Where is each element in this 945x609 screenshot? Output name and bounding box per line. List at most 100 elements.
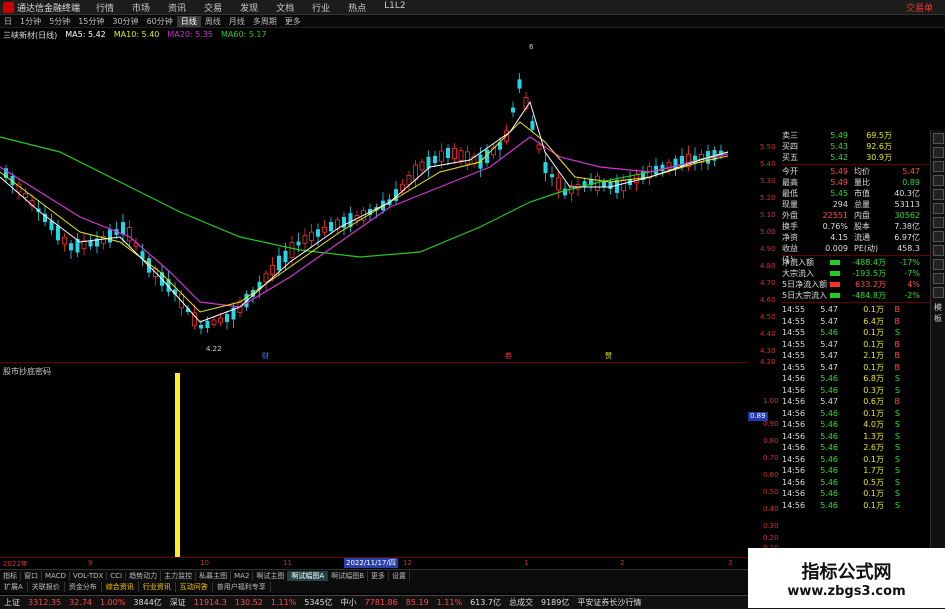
tab-settings[interactable]: 设置 — [389, 570, 411, 581]
tick-side: B — [894, 362, 901, 372]
sec-tab-related[interactable]: 关联报价 — [28, 582, 65, 592]
period-1min[interactable]: 1分钟 — [16, 16, 45, 27]
tick-time: 14:55 — [782, 305, 806, 314]
tick-side: S — [894, 454, 900, 464]
flow-value: -193.5万 — [852, 269, 886, 278]
period-15min[interactable]: 15分钟 — [74, 16, 108, 27]
period-60min[interactable]: 60分钟 — [143, 16, 177, 27]
tick-list[interactable]: 14:55 5.47 0.1万 B 14:55 5.47 6.4万 B 14:55 5.46 0.1… — [782, 304, 930, 511]
tick-time: 14:56 — [782, 408, 806, 418]
menu-item-docs[interactable]: 文档 — [267, 1, 303, 14]
menu-item-trade[interactable]: 交易 — [195, 1, 231, 14]
stats-icon[interactable] — [933, 175, 944, 186]
tab-main-monitor[interactable]: 主力监控 — [161, 570, 197, 581]
tick-side: S — [894, 385, 900, 395]
chart-icon[interactable] — [933, 147, 944, 158]
period-30min[interactable]: 30分钟 — [108, 16, 142, 27]
candle-body — [536, 144, 542, 150]
tick-side: S — [894, 500, 900, 510]
flow-pct: 4% — [907, 280, 920, 289]
sz-index-label[interactable]: 深证 — [166, 597, 190, 608]
period-weekly[interactable]: 周线 — [201, 16, 225, 27]
price-tick: 4.30 — [760, 347, 776, 355]
price-tick: 4.90 — [760, 245, 776, 253]
stats-block: 今开 5.49 均价 5.47 最高 5.49 量比 0.89 最低 5.45 市值 40.3亿 现量 2… — [782, 166, 930, 264]
tab-more[interactable]: 更多 — [368, 570, 390, 581]
menu-item-quotes[interactable]: 行情 — [87, 1, 123, 14]
stat-label: 流通 — [854, 233, 870, 242]
sec-tab-funds[interactable]: 资金分布 — [65, 582, 102, 592]
zx-index-pct: 1.11% — [436, 598, 463, 607]
ind-tick: 0.40 — [763, 505, 779, 513]
tab-test-sub-a[interactable]: 啊试幅图A — [288, 570, 329, 581]
flow-row: 净流入额 -488.4万 -17% — [782, 257, 930, 268]
stock-name: 三峡新材(日线) — [3, 31, 58, 40]
broker-label[interactable]: 平安证券长沙行情 — [573, 597, 645, 608]
trade-button[interactable]: 交易单 — [906, 1, 933, 14]
arrow-up-icon[interactable] — [933, 245, 944, 256]
settings-icon[interactable] — [933, 287, 944, 298]
candle-body — [602, 181, 606, 187]
period-daily[interactable]: 日线 — [176, 15, 201, 27]
event-marker-2[interactable]: 券 — [505, 351, 512, 360]
tick-price: 5.47 — [820, 305, 838, 314]
menu-item-industry[interactable]: 行业 — [303, 1, 339, 14]
trend-icon[interactable] — [933, 189, 944, 200]
side-menu-template[interactable]: 模板 — [931, 302, 945, 324]
zoom-icon[interactable] — [933, 273, 944, 284]
stat-label: 内盘 — [854, 211, 870, 220]
sh-index-label[interactable]: 上证 — [0, 597, 24, 608]
tab-test-sub-b[interactable]: 啊试幅图B — [328, 570, 369, 581]
tab-test-main[interactable]: 啊试主图 — [253, 570, 289, 581]
stat-row: 最低 5.45 市值 40.3亿 — [782, 188, 930, 199]
sec-tab-info[interactable]: 综合资讯 — [102, 582, 139, 592]
stat-value: 22551 — [822, 211, 848, 220]
tab-ma2[interactable]: MA2 — [231, 571, 254, 580]
tab-window[interactable]: 窗口 — [21, 570, 42, 581]
ma20-label: MA20: 5.35 — [167, 30, 213, 39]
period-more[interactable]: 更多 — [281, 16, 305, 27]
news-icon[interactable] — [933, 203, 944, 214]
period-multi[interactable]: 多周期 — [249, 16, 281, 27]
sec-tab-qa[interactable]: 互动问答 — [176, 582, 213, 592]
tab-indicator[interactable]: 指标 — [0, 570, 21, 581]
tab-trend[interactable]: 趋势动力 — [126, 570, 162, 581]
indicator-tabs: 指标 窗口 MACD VOL-TDX CCI 趋势动力 主力监控 私募主图 MA… — [0, 569, 748, 581]
compare-icon[interactable] — [933, 231, 944, 242]
tick-price: 5.46 — [820, 374, 838, 383]
price-tick: 4.50 — [760, 313, 776, 321]
tick-side: B — [894, 397, 901, 406]
sec-tab-ext-a[interactable]: 扩展A — [0, 582, 28, 592]
tick-price: 5.46 — [820, 420, 838, 429]
menu-item-hot[interactable]: 热点 — [339, 1, 375, 14]
menu-item-discover[interactable]: 发现 — [231, 1, 267, 14]
tab-macd[interactable]: MACD — [42, 571, 70, 580]
period-5min[interactable]: 5分钟 — [45, 16, 74, 27]
flow-bar — [830, 271, 840, 276]
arrow-down-icon[interactable] — [933, 259, 944, 270]
ind-tick: 1.00 — [763, 397, 779, 405]
menu-item-market[interactable]: 市场 — [123, 1, 159, 14]
grid-icon[interactable] — [933, 133, 944, 144]
tab-cci[interactable]: CCI — [107, 571, 127, 580]
event-marker-3[interactable]: 赞 — [605, 351, 612, 360]
zx-index-label[interactable]: 中小 — [337, 597, 361, 608]
event-marker-1[interactable]: 财 — [262, 351, 269, 360]
candle-body — [563, 188, 567, 196]
menu-item-l1l2[interactable]: L1L2 — [375, 1, 414, 14]
tab-private-main[interactable]: 私募主图 — [196, 570, 232, 581]
sec-tab-industry-news[interactable]: 行业资讯 — [139, 582, 176, 592]
menu-item-news[interactable]: 资讯 — [159, 1, 195, 14]
zx-index-amount: 613.7亿 — [470, 598, 501, 607]
f10-icon[interactable] — [933, 217, 944, 228]
period-monthly[interactable]: 月线 — [225, 16, 249, 27]
candlestick-chart[interactable]: 6 4.22 财 券 赞 — [0, 42, 748, 362]
indicator-pane[interactable]: 股市抄底密码 — [0, 362, 748, 557]
sec-tab-welfare[interactable]: 普用户福利专享 — [213, 582, 271, 592]
candle-body — [88, 240, 93, 247]
list-icon[interactable] — [933, 161, 944, 172]
tab-vol-tdx[interactable]: VOL-TDX — [70, 571, 108, 580]
candle-body — [621, 179, 626, 192]
period-day-toggle[interactable]: 日 — [0, 16, 16, 27]
divider — [782, 302, 930, 303]
